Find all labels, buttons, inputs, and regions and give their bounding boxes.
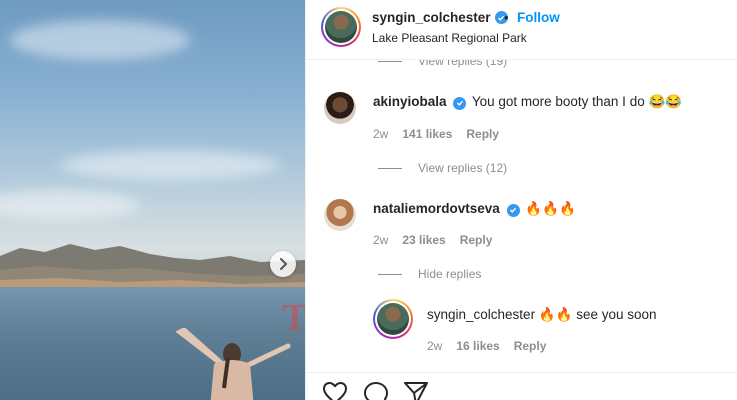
comments-list[interactable]: View replies (19) akinyiobala You got mo…	[306, 60, 737, 372]
reply-meta: 2w 16 likes Reply	[427, 339, 546, 353]
view-replies-label: View replies (19)	[418, 60, 508, 68]
reply-author-avatar[interactable]	[373, 299, 413, 339]
reply-username[interactable]: syngin_colchester	[427, 307, 535, 322]
comment-time[interactable]: 2w	[373, 233, 388, 247]
comment-likes[interactable]: 141 likes	[402, 127, 452, 141]
divider-line	[378, 168, 402, 170]
separator-dot: •	[504, 10, 509, 25]
reply-text-row: syngin_colchester 🔥🔥 see you soon	[427, 307, 657, 323]
share-icon[interactable]	[403, 381, 429, 400]
comment-meta: 2w 23 likes Reply	[373, 233, 492, 247]
divider-line	[378, 274, 402, 276]
divider-line	[378, 61, 402, 63]
reply-text: 🔥🔥 see you soon	[538, 307, 657, 322]
follow-button[interactable]: Follow	[517, 10, 560, 25]
reply-button[interactable]: Reply	[460, 233, 493, 247]
reply-time[interactable]: 2w	[427, 339, 442, 353]
heart-icon[interactable]	[322, 381, 348, 400]
person-figure	[176, 328, 291, 400]
mountain-range	[0, 244, 305, 292]
reply-likes[interactable]: 16 likes	[456, 339, 499, 353]
post-side-panel: syngin_colchester • Follow Lake Pleasant…	[305, 0, 737, 400]
comment-username[interactable]: nataliemordovtseva	[373, 201, 500, 216]
cloud-shape	[60, 150, 280, 180]
avatar-image	[377, 303, 409, 335]
author-username[interactable]: syngin_colchester	[372, 10, 491, 25]
view-replies-label: View replies (12)	[418, 161, 508, 175]
post-location[interactable]: Lake Pleasant Regional Park	[372, 31, 527, 45]
cloud-shape	[10, 20, 190, 60]
post-photo: TV	[0, 0, 305, 400]
comment-likes[interactable]: 23 likes	[402, 233, 445, 247]
watermark-logo: TV	[282, 297, 305, 339]
comment-text-row: akinyiobala You got more booty than I do…	[373, 94, 682, 110]
comment-icon[interactable]	[363, 381, 389, 400]
avatar-image	[325, 11, 357, 43]
chevron-right-icon	[280, 258, 288, 270]
cloud-shape	[0, 190, 140, 220]
comment-meta: 2w 141 likes Reply	[373, 127, 499, 141]
comment-text-row: nataliemordovtseva 🔥🔥🔥	[373, 201, 576, 217]
view-replies-button[interactable]: View replies (19)	[378, 60, 507, 68]
reply-button[interactable]: Reply	[466, 127, 499, 141]
hide-replies-button[interactable]: Hide replies	[378, 267, 481, 281]
verified-badge-icon	[506, 203, 520, 217]
hide-replies-label: Hide replies	[418, 267, 482, 281]
author-name-row: syngin_colchester	[372, 10, 508, 25]
author-avatar[interactable]	[321, 7, 361, 47]
comment-username[interactable]: akinyiobala	[373, 94, 447, 109]
comment-text: 🔥🔥🔥	[525, 201, 576, 216]
post-actions-bar	[306, 372, 737, 400]
post-header: syngin_colchester • Follow Lake Pleasant…	[306, 0, 737, 60]
view-replies-button[interactable]: View replies (12)	[378, 161, 507, 175]
comment-text: You got more booty than I do 😂😂	[471, 94, 683, 109]
reply-button[interactable]: Reply	[514, 339, 547, 353]
comment-time[interactable]: 2w	[373, 127, 388, 141]
commenter-avatar[interactable]	[324, 92, 356, 124]
verified-badge-icon	[453, 96, 467, 110]
next-photo-button[interactable]	[270, 251, 296, 277]
commenter-avatar[interactable]	[324, 199, 356, 231]
